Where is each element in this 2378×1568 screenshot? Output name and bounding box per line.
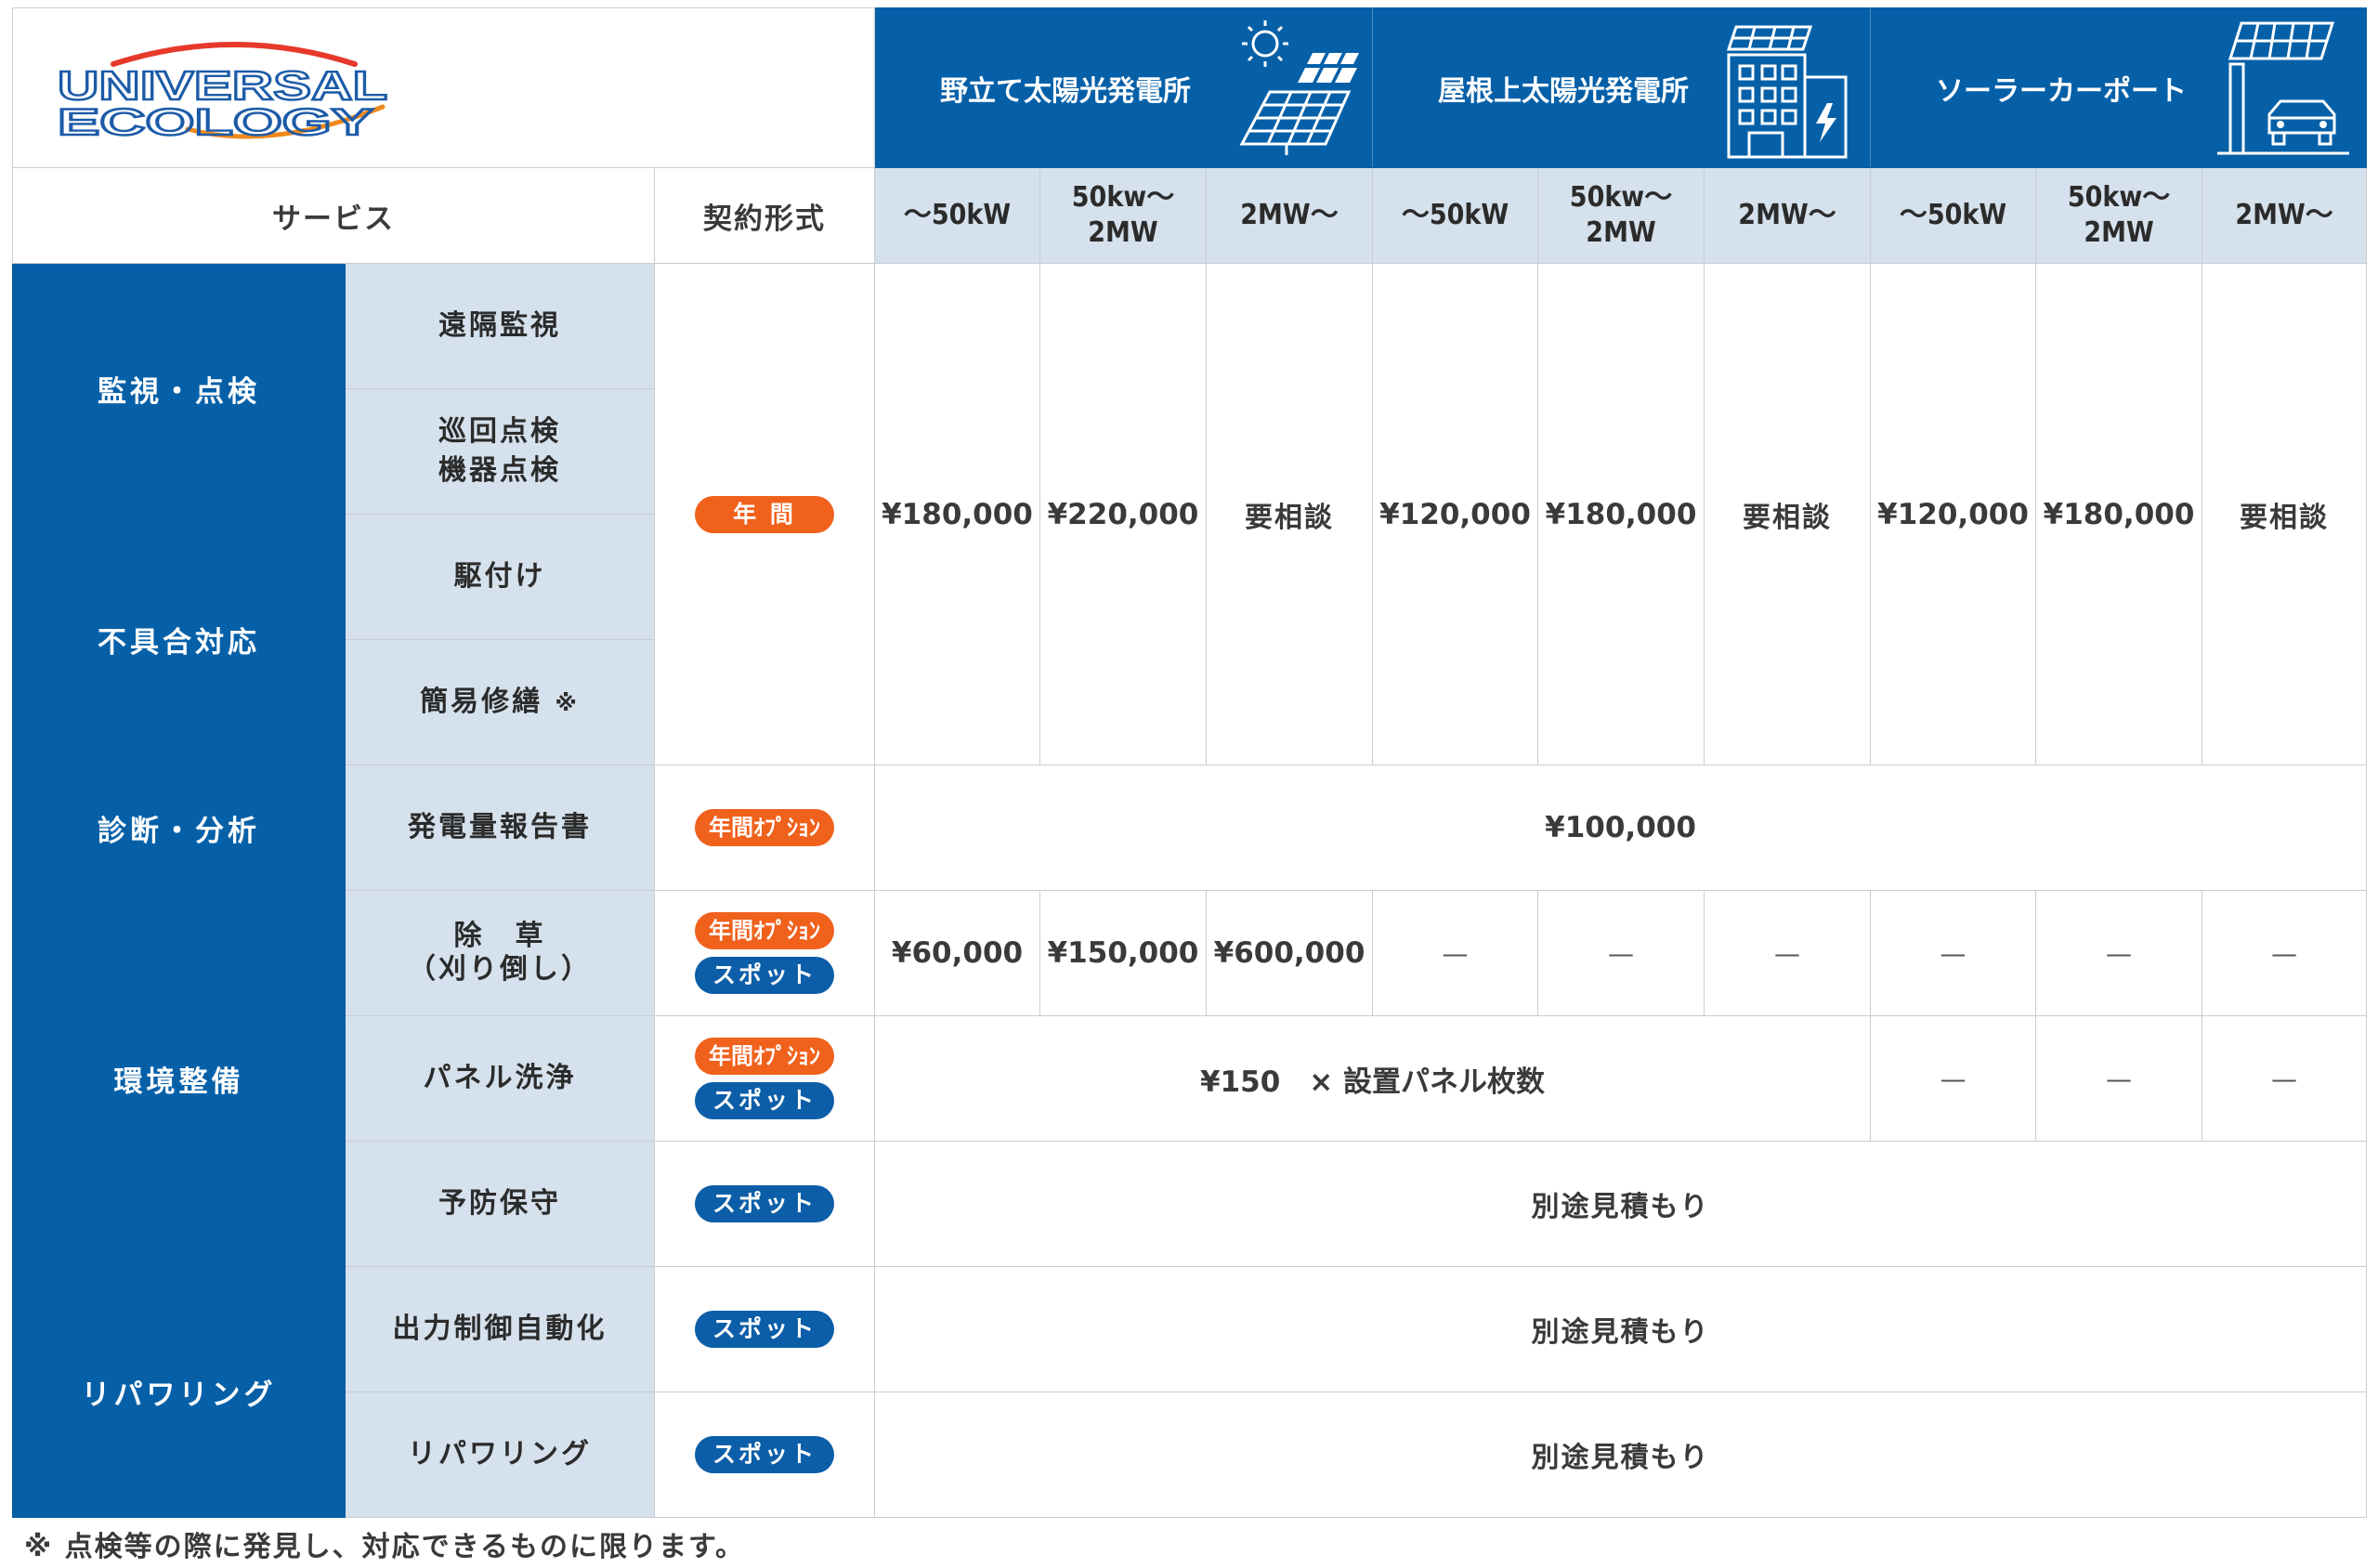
contract-badge-spot: スポット (695, 1082, 834, 1119)
solar-panel-sun-icon (1239, 20, 1360, 155)
service-simple-repair: 簡易修繕 ※ (345, 639, 655, 765)
contract-badge-annual-option: 年間ｵﾌﾟｼｮﾝ (695, 809, 834, 846)
header-service: サービス (12, 167, 655, 264)
price-roof-under50: ¥120,000 (1372, 263, 1539, 765)
price-weed-dash: — (1704, 890, 1872, 1016)
cap-over2mw: 2MW〜 (2202, 167, 2368, 264)
cap-under50kw: 〜50kW (1372, 167, 1539, 264)
service-power-report: 発電量報告書 (345, 764, 655, 891)
service-remote-monitoring: 遠隔監視 (345, 263, 655, 389)
carport-solar-icon (2217, 21, 2350, 155)
price-carport-over2mw: 要相談 (2202, 263, 2368, 765)
price-roof-over2mw: 要相談 (1704, 263, 1872, 765)
site-label-carport: ソーラーカーポート (1936, 74, 2188, 108)
cap-50kw-2mw: 50kw〜 2MW (1537, 167, 1705, 264)
price-ground-under50: ¥180,000 (874, 263, 1040, 765)
price-report: ¥100,000 (873, 764, 2368, 891)
contract-badge-annual: 年 間 (695, 495, 834, 533)
service-weeding: 除 草（刈り倒し） (345, 890, 655, 1016)
category-environment: 環境整備 (12, 890, 346, 1267)
price-carport-50-2mw: ¥180,000 (2035, 263, 2203, 765)
service-preventive-maintenance: 予防保守 (345, 1141, 655, 1267)
universal-ecology-logo: UNIVERSAL ECOLOGY (57, 41, 388, 144)
contract-badge-spot: スポット (695, 1311, 834, 1348)
price-weed-dash: — (2035, 890, 2203, 1016)
price-preventive-estimate: 別途見積もり (873, 1141, 2368, 1267)
service-rush-response: 駆付け (345, 514, 655, 640)
cap-50kw-2mw: 50kw〜 2MW (1039, 167, 1207, 264)
contract-badge-spot: スポット (695, 957, 834, 994)
header-contract: 契約形式 (654, 167, 875, 264)
contract-panel-cell: 年間ｵﾌﾟｼｮﾝ スポット (654, 1015, 875, 1142)
price-panel-cleaning: ¥150 × 設置パネル枚数 (873, 1015, 1872, 1142)
site-header-carport: ソーラーカーポート (1870, 7, 2368, 168)
price-ground-over2mw: 要相談 (1205, 263, 1374, 765)
price-repower-estimate: 別途見積もり (873, 1392, 2368, 1518)
logo-line2: ECOLOGY (58, 102, 374, 143)
cap-over2mw: 2MW〜 (1704, 167, 1872, 264)
contract-output-cell: スポット (654, 1266, 875, 1392)
contract-weeding-cell: 年間ｵﾌﾟｼｮﾝ スポット (654, 890, 875, 1016)
category-repowering: リパワリング (12, 1266, 346, 1518)
price-panel-dash: — (1870, 1015, 2037, 1142)
contract-badge-annual-option: 年間ｵﾌﾟｼｮﾝ (695, 1038, 834, 1075)
contract-badge-annual-option: 年間ｵﾌﾟｼｮﾝ (695, 912, 834, 949)
service-panel-cleaning: パネル洗浄 (345, 1015, 655, 1142)
cap-over2mw: 2MW〜 (1205, 167, 1374, 264)
contract-preventive-cell: スポット (654, 1141, 875, 1267)
contract-badge-spot: スポット (695, 1436, 834, 1473)
price-weed-ground-under50: ¥60,000 (874, 890, 1040, 1016)
price-roof-50-2mw: ¥180,000 (1537, 263, 1705, 765)
price-carport-under50: ¥120,000 (1870, 263, 2037, 765)
contract-report-cell: 年間ｵﾌﾟｼｮﾝ (654, 764, 875, 891)
category-failure: 不具合対応 (12, 514, 346, 765)
cap-under50kw: 〜50kW (874, 167, 1040, 264)
category-diagnosis: 診断・分析 (12, 764, 346, 891)
cap-50kw-2mw: 50kw〜 2MW (2035, 167, 2203, 264)
site-header-ground: 野立て太陽光発電所 (873, 7, 1374, 168)
price-weed-ground-over2mw: ¥600,000 (1205, 890, 1374, 1016)
site-label-roof: 屋根上太陽光発電所 (1438, 74, 1690, 108)
cap-under50kw: 〜50kW (1870, 167, 2037, 264)
price-weed-dash: — (2202, 890, 2368, 1016)
service-patrol-inspection: 巡回点検 機器点検 (345, 388, 655, 515)
contract-annual-cell: 年 間 (654, 263, 875, 765)
price-panel-dash: — (2035, 1015, 2203, 1142)
price-weed-ground-50-2mw: ¥150,000 (1039, 890, 1207, 1016)
price-panel-dash: — (2202, 1015, 2368, 1142)
contract-badge-spot: スポット (695, 1185, 834, 1222)
logo-cell: UNIVERSAL ECOLOGY (12, 7, 875, 168)
footnote: ※ 点検等の際に発見し、対応できるものに限ります。 (24, 1531, 746, 1563)
category-monitoring: 監視・点検 (12, 263, 346, 515)
service-output-control: 出力制御自動化 (345, 1266, 655, 1392)
service-repowering: リパワリング (345, 1392, 655, 1518)
building-solar-icon (1726, 25, 1848, 159)
pricing-table: UNIVERSAL ECOLOGY 野立て太陽光発電所 屋根上太陽光発電所 ソー… (12, 7, 2368, 1518)
price-weed-dash: — (1870, 890, 2037, 1016)
price-ground-50-2mw: ¥220,000 (1039, 263, 1207, 765)
price-weed-dash: — (1372, 890, 1539, 1016)
price-weed-dash: — (1537, 890, 1705, 1016)
site-label-ground: 野立て太陽光発電所 (940, 74, 1191, 108)
contract-repower-cell: スポット (654, 1392, 875, 1518)
price-output-estimate: 別途見積もり (873, 1266, 2368, 1392)
site-header-roof: 屋根上太陽光発電所 (1372, 7, 1872, 168)
